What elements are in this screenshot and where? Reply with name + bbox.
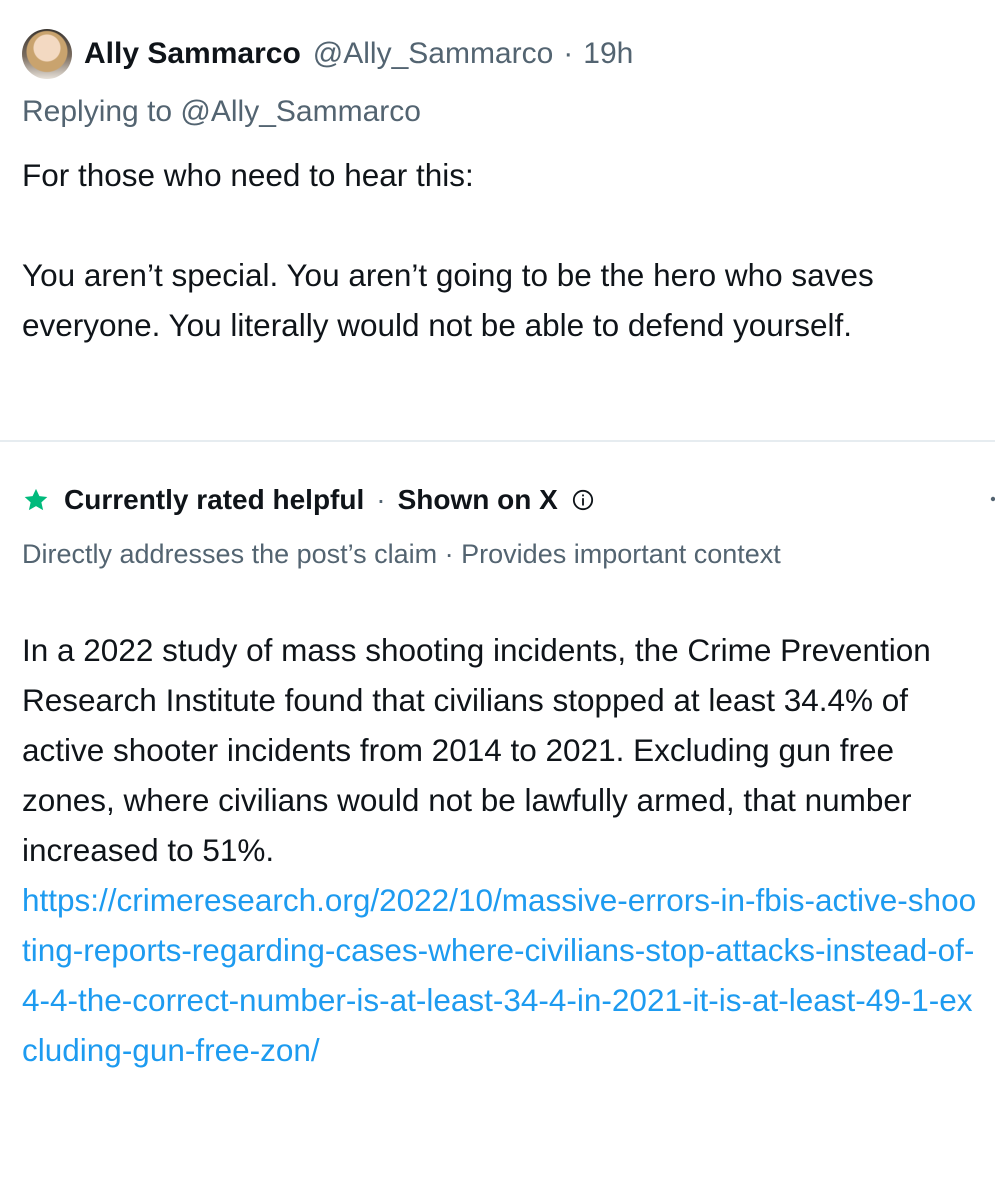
community-note: Currently rated helpful · Shown on X Dir… — [0, 442, 995, 1200]
info-icon[interactable] — [572, 489, 594, 511]
tweet-paragraph: For those who need to hear this: — [22, 157, 474, 193]
note-status: Currently rated helpful — [64, 484, 365, 515]
note-text: In a 2022 study of mass shooting inciden… — [22, 632, 931, 868]
user-handle[interactable]: @Ally_Sammarco — [313, 37, 554, 71]
replying-to[interactable]: Replying to @Ally_Sammarco — [22, 95, 421, 129]
timestamp[interactable]: 19h — [583, 37, 633, 71]
separator-dot: · — [376, 484, 386, 515]
shown-on-label: Shown on X — [397, 484, 558, 515]
display-name[interactable]: Ally Sammarco — [84, 37, 301, 71]
star-icon — [22, 486, 50, 514]
note-tags: Directly addresses the post’s claim · Pr… — [22, 539, 781, 569]
note-status-row: Currently rated helpful · Shown on X — [22, 482, 594, 518]
tweet-paragraph: You aren’t special. You aren’t going to … — [22, 257, 874, 343]
tweet-body: For those who need to hear this: You are… — [22, 150, 977, 350]
tweet[interactable]: Ally Sammarco @Ally_Sammarco · 19h Reply… — [0, 0, 995, 440]
note-body: In a 2022 study of mass shooting inciden… — [22, 625, 977, 1075]
more-options-icon[interactable] — [989, 492, 995, 506]
avatar[interactable] — [22, 29, 72, 79]
source-link[interactable]: https://crimeresearch.org/2022/10/massiv… — [22, 875, 977, 1075]
tweet-header: Ally Sammarco @Ally_Sammarco · 19h — [22, 28, 633, 80]
separator-dot: · — [563, 37, 574, 70]
